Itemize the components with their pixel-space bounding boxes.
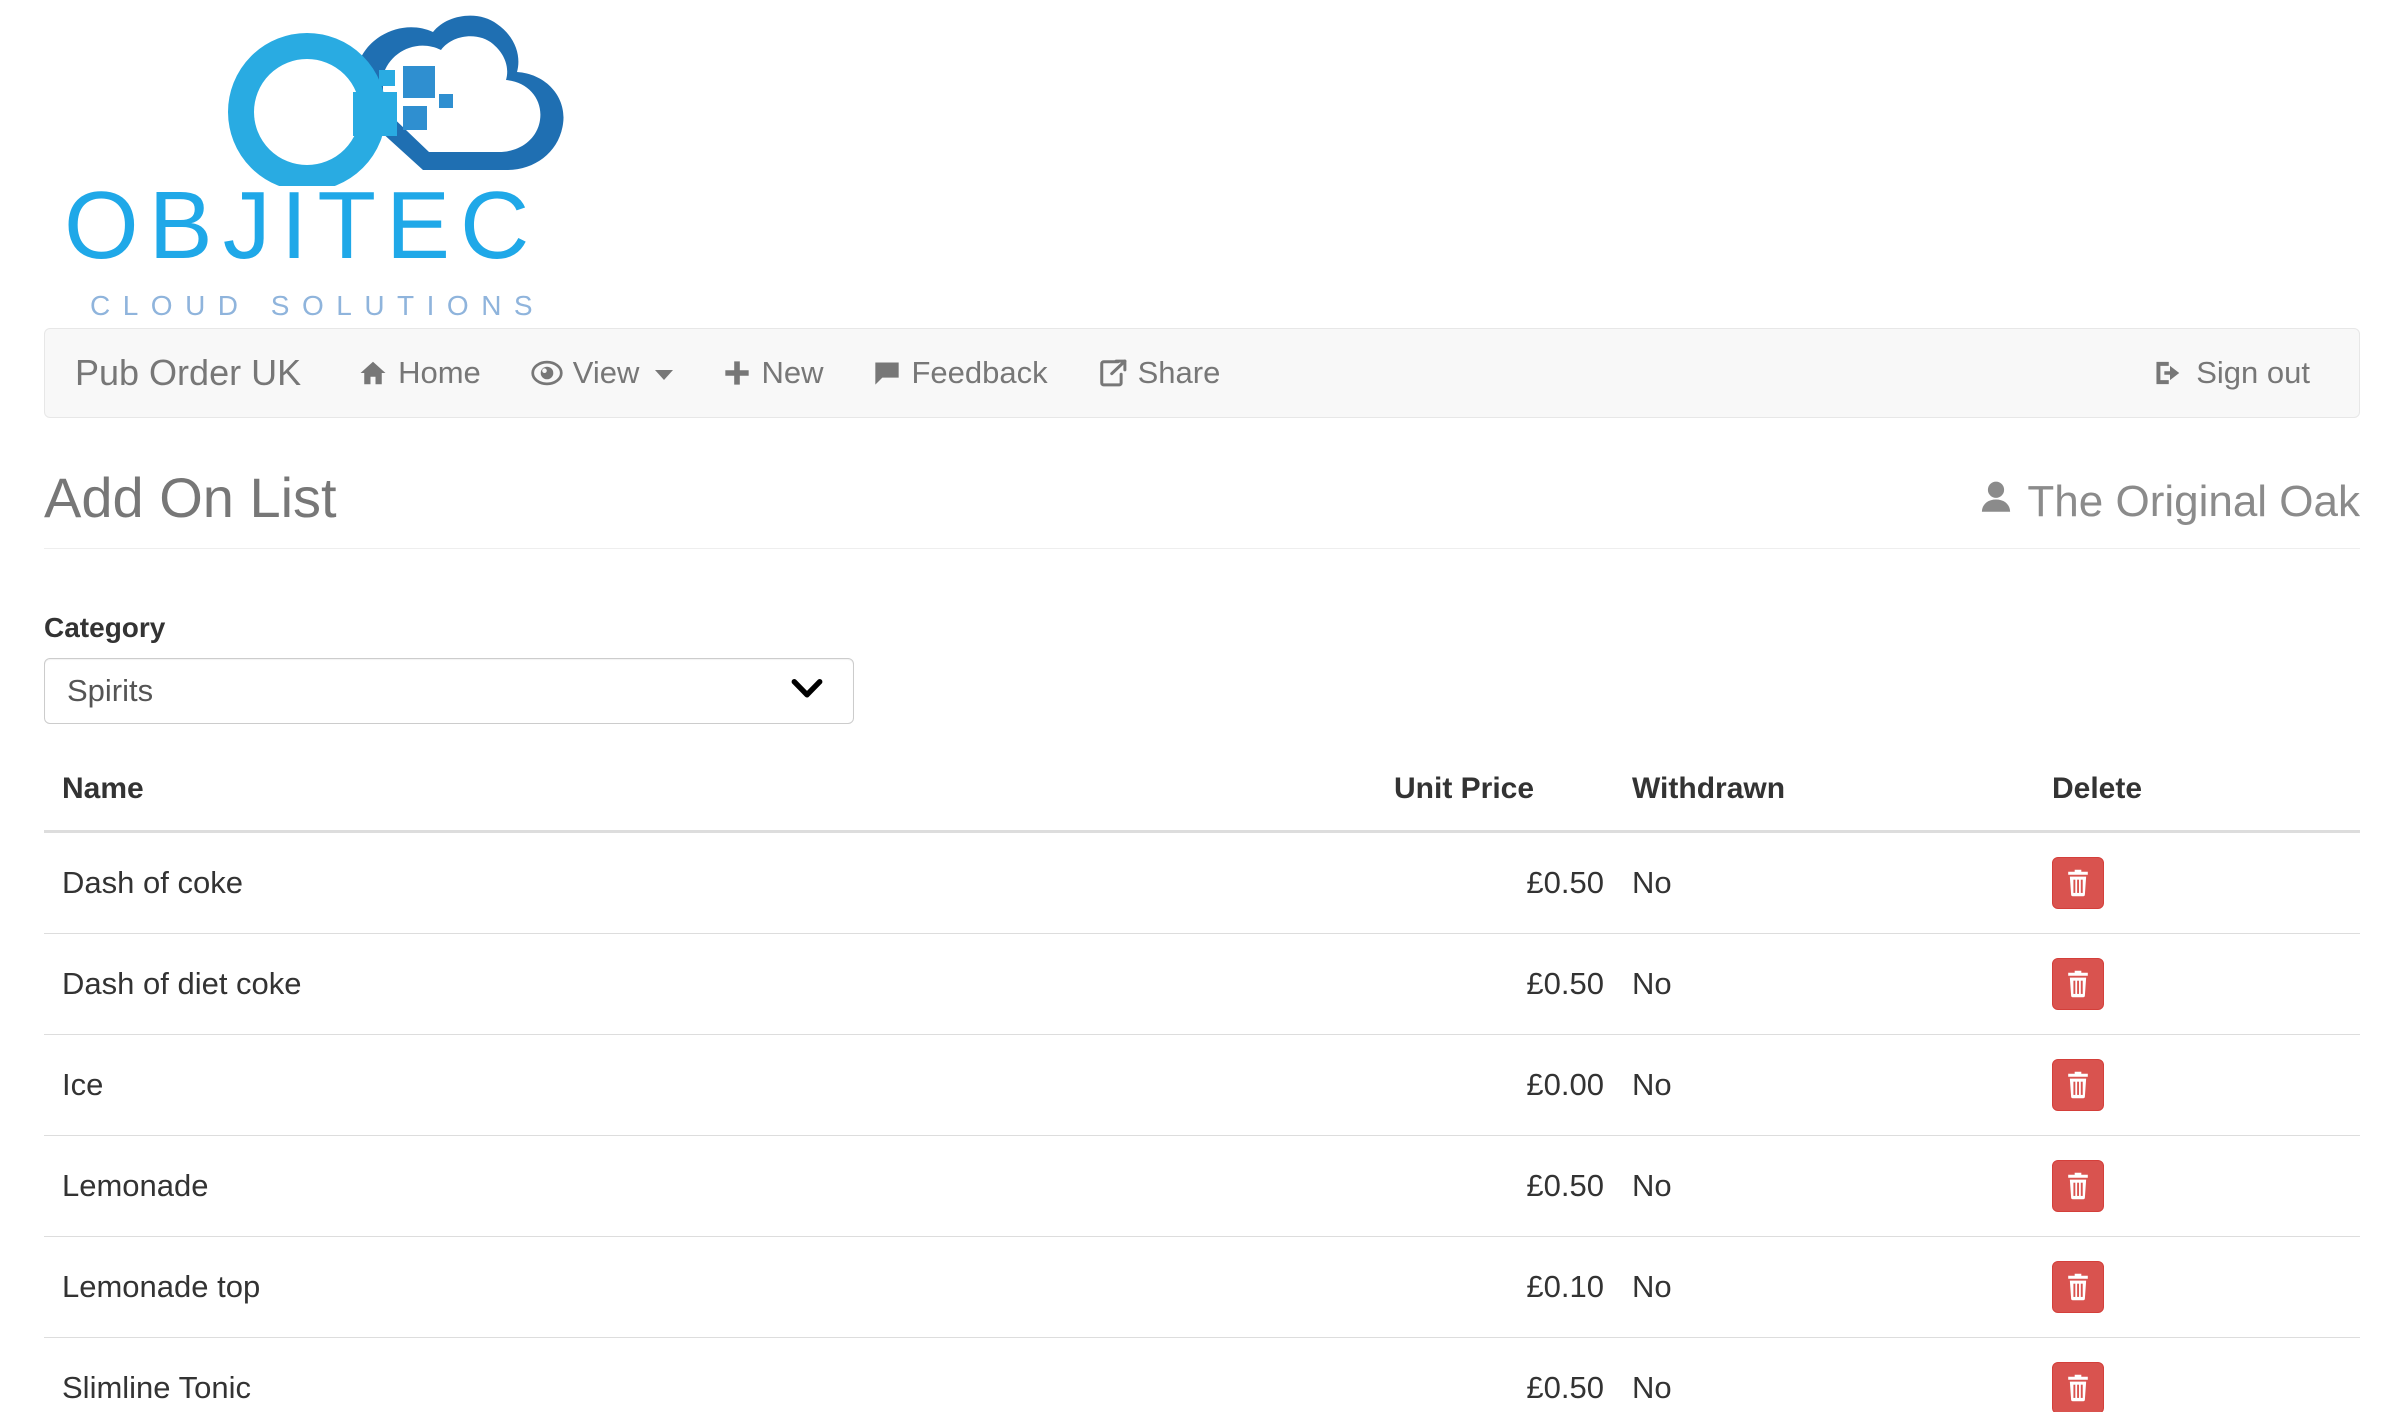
account-display: The Original Oak (1979, 480, 2360, 526)
logo-wordmark: OBJITEC (64, 172, 540, 279)
cell-withdrawn: No (1604, 1034, 2024, 1136)
table-body: Dash of coke £0.50 No Dash of diet coke … (44, 832, 2360, 1412)
user-icon (1979, 480, 2013, 524)
nav-link-home[interactable]: Home (333, 355, 506, 391)
cell-withdrawn: No (1604, 1135, 2024, 1237)
chevron-down-icon (655, 370, 674, 380)
eye-icon (531, 358, 563, 388)
column-header-delete: Delete (2024, 760, 2360, 833)
nav-item-share[interactable]: Share (1073, 355, 1246, 391)
table-row: Dash of diet coke £0.50 No (44, 933, 2360, 1035)
table-header-row: Name Unit Price Withdrawn Delete (44, 760, 2360, 833)
delete-row-button[interactable] (2052, 857, 2104, 909)
delete-row-button[interactable] (2052, 1059, 2104, 1111)
delete-row-button[interactable] (2052, 1362, 2104, 1412)
cell-name: Lemonade top (44, 1236, 1394, 1338)
trash-icon (2065, 970, 2091, 998)
plus-icon (723, 358, 751, 388)
nav-item-home[interactable]: Home (333, 355, 506, 391)
logo-tagline: CLOUD SOLUTIONS (90, 290, 546, 321)
main-navbar: Pub Order UK Home View New Feedback Shar… (44, 328, 2360, 418)
cell-delete (2024, 1034, 2360, 1136)
addon-table-container: Name Unit Price Withdrawn Delete Dash of… (44, 760, 2360, 1412)
cell-withdrawn: No (1632, 865, 1672, 900)
home-icon (358, 358, 388, 388)
cell-unit-price: £0.50 (1394, 1135, 1604, 1237)
cell-unit-price: £0.50 (1394, 1337, 1604, 1412)
nav-link-new[interactable]: New (698, 355, 848, 391)
comment-icon (873, 358, 901, 388)
category-select[interactable]: Spirits (44, 658, 854, 724)
nav-label-new: New (761, 355, 824, 390)
table-row: Lemonade £0.50 No (44, 1135, 2360, 1237)
sign-out-label: Sign out (2196, 355, 2310, 390)
nav-label-view: View (572, 355, 640, 390)
column-header-unit-price: Unit Price (1394, 760, 1604, 833)
objitec-cloud-logo-icon (207, 6, 607, 186)
sign-out-icon (2154, 358, 2186, 388)
table-row: Slimline Tonic £0.50 No (44, 1337, 2360, 1412)
category-label: Category (44, 612, 166, 643)
cell-withdrawn: No (1604, 1337, 2024, 1412)
account-name: The Original Oak (2027, 477, 2360, 526)
trash-icon (2065, 1071, 2091, 1099)
nav-link-share[interactable]: Share (1073, 355, 1246, 391)
table-row: Dash of coke £0.50 No (44, 832, 2360, 934)
cell-unit-price: £0.50 (1394, 933, 1604, 1035)
column-header-withdrawn: Withdrawn (1604, 760, 2024, 833)
nav-label-feedback: Feedback (911, 355, 1048, 390)
nav-label-home: Home (398, 355, 481, 390)
cell-delete (2024, 933, 2360, 1035)
category-select-wrapper[interactable]: Spirits (44, 658, 854, 724)
table-head: Name Unit Price Withdrawn Delete (44, 760, 2360, 833)
page-header: Add On List The Original Oak (44, 470, 2360, 549)
cell-name: Dash of diet coke (44, 933, 1394, 1035)
cell-unit-price: £0.10 (1394, 1236, 1604, 1338)
column-header-name: Name (44, 760, 1394, 833)
nav-item-view[interactable]: View (506, 355, 699, 391)
cell-delete (2024, 1236, 2360, 1338)
navbar-brand[interactable]: Pub Order UK (45, 355, 333, 391)
nav-item-feedback[interactable]: Feedback (848, 355, 1072, 391)
table-row: Lemonade top £0.10 No (44, 1236, 2360, 1338)
table-row: Ice £0.00 No (44, 1034, 2360, 1136)
cell-withdrawn: No (1604, 1236, 2024, 1338)
cell-delete (2024, 1135, 2360, 1237)
navbar-right: Sign out (2129, 329, 2359, 417)
nav-link-feedback[interactable]: Feedback (848, 355, 1072, 391)
share-icon (1098, 358, 1128, 388)
category-selected-value: Spirits (67, 673, 154, 708)
cell-delete (2024, 832, 2360, 934)
cell-unit-price: £0.50 (1526, 865, 1604, 900)
addon-table: Name Unit Price Withdrawn Delete Dash of… (44, 760, 2360, 1412)
nav-item-new[interactable]: New (698, 355, 848, 391)
sign-out-button[interactable]: Sign out (2129, 329, 2335, 417)
delete-row-button[interactable] (2052, 958, 2104, 1010)
brand-logo: OBJITEC CLOUD SOLUTIONS (0, 0, 2404, 321)
cell-name: Lemonade (44, 1135, 1394, 1237)
delete-row-button[interactable] (2052, 1261, 2104, 1313)
cell-withdrawn: No (1604, 933, 2024, 1035)
cell-name: Dash of coke (62, 865, 243, 900)
app-page: OBJITEC CLOUD SOLUTIONS Pub Order UK Hom… (0, 0, 2404, 1412)
cell-unit-price: £0.00 (1394, 1034, 1604, 1136)
trash-icon (2065, 1273, 2091, 1301)
trash-icon (2065, 1172, 2091, 1200)
nav-label-share: Share (1137, 355, 1221, 390)
delete-row-button[interactable] (2052, 1160, 2104, 1212)
cell-name: Slimline Tonic (44, 1337, 1394, 1412)
trash-icon (2065, 1374, 2091, 1402)
cell-name: Ice (44, 1034, 1394, 1136)
navbar-menu: Home View New Feedback Share (333, 329, 1245, 417)
trash-icon (2065, 869, 2091, 897)
nav-link-view[interactable]: View (506, 355, 699, 391)
category-form-group: Category Spirits (44, 612, 864, 724)
cell-delete (2024, 1337, 2360, 1412)
page-title: Add On List (44, 466, 337, 529)
